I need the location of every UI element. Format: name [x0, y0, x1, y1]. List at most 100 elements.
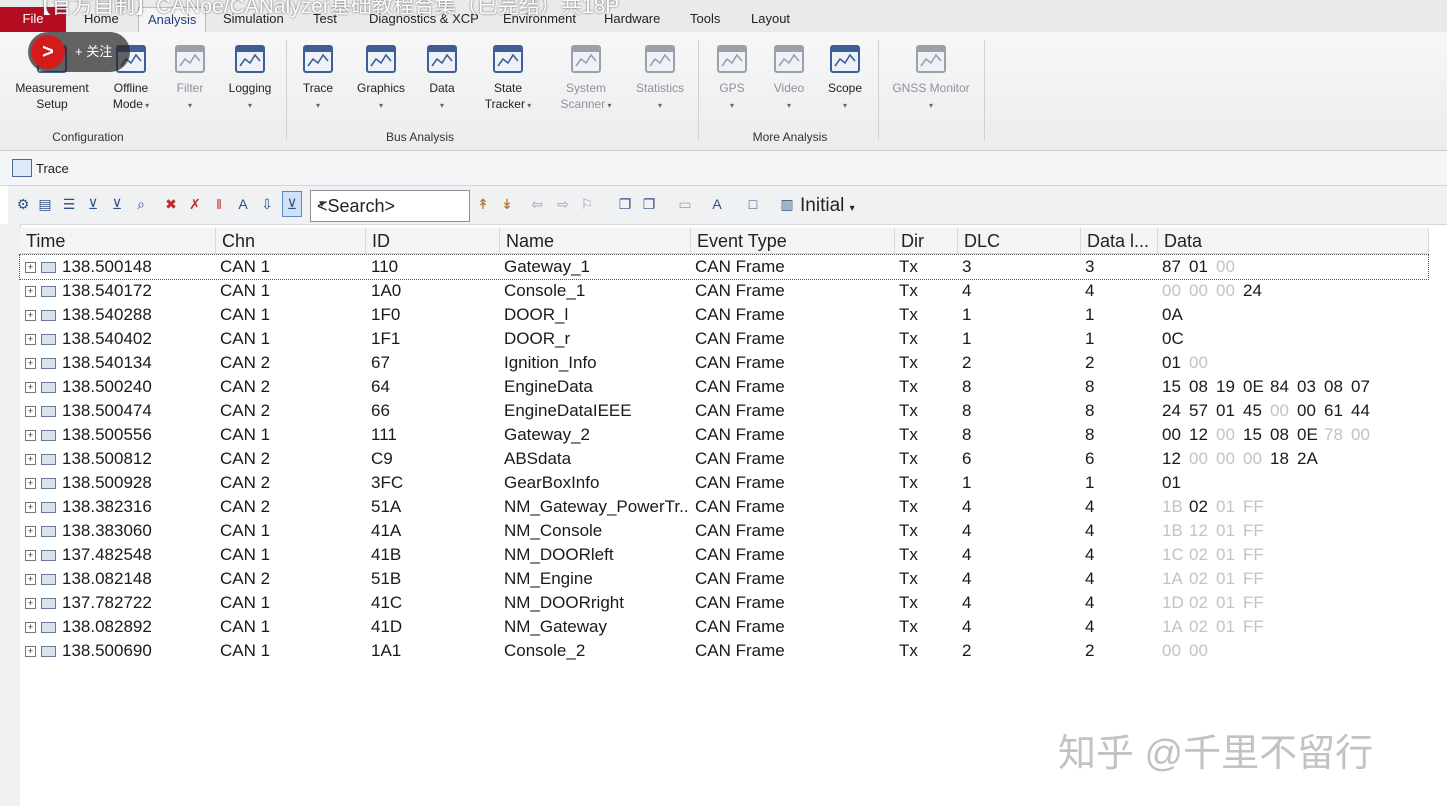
chevron-down-icon[interactable]: ▾	[850, 203, 855, 214]
column-header-name[interactable]: Name	[500, 228, 691, 254]
table-row[interactable]: +138.383060 CAN 1 41A NM_Console CAN Frame Tx…	[20, 519, 1447, 543]
column-header-dlc[interactable]: DLC	[958, 228, 1081, 254]
left-splitter[interactable]	[0, 224, 21, 806]
column-header-id[interactable]: ID	[366, 228, 500, 254]
toolbar-columns-icon[interactable]: ▤	[36, 195, 54, 213]
table-row[interactable]: +138.500240 CAN 2 64 EngineData CAN Frame Tx 8…	[20, 375, 1447, 399]
markers-icon[interactable]: ⚐	[578, 195, 596, 213]
expand-icon[interactable]: +	[25, 550, 36, 561]
graphics-button[interactable]: Graphics ▾	[350, 42, 412, 112]
column-header-event-type[interactable]: Event Type	[691, 228, 895, 254]
pause-icon[interactable]: ‖	[210, 195, 228, 213]
follow-button[interactable]: + 关注	[75, 44, 112, 60]
toolbar-settings-icon[interactable]: ⚙	[14, 195, 32, 213]
column-header-data[interactable]: Data	[1158, 228, 1429, 254]
logging-button[interactable]: Logging ▾	[222, 42, 278, 112]
expand-icon[interactable]: +	[25, 622, 36, 633]
chevron-down-icon[interactable]: ▾	[143, 101, 149, 110]
table-row[interactable]: +138.540134 CAN 2 67 Ignition_Info CAN Frame…	[20, 351, 1447, 375]
table-row[interactable]: +138.382316 CAN 2 51A NM_Gateway_PowerTr...…	[20, 495, 1447, 519]
table-row[interactable]: +138.500474 CAN 2 66 EngineDataIEEE CAN Fram…	[20, 399, 1447, 423]
toolbar-tree-icon[interactable]: ☰	[60, 195, 78, 213]
export-icon[interactable]: ⇩	[258, 195, 276, 213]
filter-button[interactable]: Filter ▾	[168, 42, 212, 112]
system-scanner-button[interactable]: System Scanner ▾	[554, 42, 618, 112]
state-tracker-button[interactable]: State Tracker ▾	[478, 42, 538, 112]
view-options-icon[interactable]: ▭	[676, 195, 694, 213]
table-row[interactable]: +138.500690 CAN 1 1A1 Console_2 CAN Frame Tx 2…	[20, 639, 1447, 663]
table-row[interactable]: +138.540402 CAN 1 1F1 DOOR_r CAN Frame Tx 1 1 0C	[20, 327, 1447, 351]
chevron-down-icon[interactable]: ▾	[843, 101, 847, 110]
chevron-down-icon[interactable]: ▾	[787, 101, 791, 110]
forward-icon[interactable]: ⇨	[554, 195, 572, 213]
toolbar-filter-clear-icon[interactable]: ⊻	[108, 195, 126, 213]
gnss-monitor-button[interactable]: GNSS Monitor ▾	[886, 42, 976, 112]
column-header-data-l[interactable]: Data l...	[1081, 228, 1158, 254]
table-row[interactable]: +138.500148 CAN 1 110 Gateway_1 CAN Frame Tx 3…	[19, 254, 1429, 280]
play-icon[interactable]: >	[31, 35, 65, 69]
chevron-down-icon[interactable]: ▾	[188, 101, 192, 110]
window-layout-icon[interactable]: ❐	[640, 195, 658, 213]
data-button[interactable]: Data ▾	[418, 42, 466, 112]
expand-icon[interactable]: +	[25, 478, 36, 489]
expand-icon[interactable]: +	[25, 502, 36, 513]
menu-item-layout[interactable]: Layout	[751, 11, 790, 27]
table-row[interactable]: +138.540172 CAN 1 1A0 Console_1 CAN Frame Tx 4…	[20, 279, 1447, 303]
chevron-down-icon[interactable]: ▾	[440, 101, 444, 110]
expand-icon[interactable]: +	[25, 574, 36, 585]
clear-filter-icon[interactable]: ✗	[186, 195, 204, 213]
gps-button[interactable]: GPS ▾	[708, 42, 756, 112]
chevron-down-icon[interactable]: ▾	[730, 101, 734, 110]
toolbar-filter-icon[interactable]: ⊻	[84, 195, 102, 213]
chevron-down-icon[interactable]: ▾	[379, 101, 383, 110]
delete-icon[interactable]: ✖	[162, 195, 180, 213]
expand-icon[interactable]: +	[25, 262, 36, 273]
initial-layout-button[interactable]: Initial ▾	[800, 195, 855, 217]
chevron-down-icon[interactable]: ▾	[929, 101, 933, 110]
column-header-chn[interactable]: Chn	[216, 228, 366, 254]
table-row[interactable]: +138.082892 CAN 1 41D NM_Gateway CAN Frame Tx…	[20, 615, 1447, 639]
expand-icon[interactable]: +	[25, 382, 36, 393]
expand-icon[interactable]: +	[25, 406, 36, 417]
statistics-button[interactable]: Statistics ▾	[628, 42, 692, 112]
expand-icon[interactable]: +	[25, 358, 36, 369]
table-row[interactable]: +138.500556 CAN 1 111 Gateway_2 CAN Frame Tx 8…	[20, 423, 1447, 447]
chevron-down-icon[interactable]: ▾	[316, 101, 320, 110]
table-row[interactable]: +137.482548 CAN 1 41B NM_DOORleft CAN Frame T…	[20, 543, 1447, 567]
column-layout-icon[interactable]: ▥	[778, 195, 796, 213]
table-row[interactable]: +138.082148 CAN 2 51B NM_Engine CAN Frame Tx 4…	[20, 567, 1447, 591]
expand-icon[interactable]: +	[25, 646, 36, 657]
expand-icon[interactable]: +	[25, 526, 36, 537]
video-button[interactable]: Video ▾	[764, 42, 814, 112]
expand-icon[interactable]: +	[25, 430, 36, 441]
chevron-down-icon[interactable]: ▾	[658, 101, 662, 110]
search-up-icon[interactable]: ↟	[474, 195, 492, 213]
expand-icon[interactable]: +	[25, 334, 36, 345]
menu-item-tools[interactable]: Tools	[690, 11, 720, 27]
layout-icon[interactable]: □	[744, 195, 762, 213]
expand-icon[interactable]: +	[25, 454, 36, 465]
copy-window-icon[interactable]: ❐	[616, 195, 634, 213]
table-row[interactable]: +138.500928 CAN 2 3FC GearBoxInfo CAN Frame T…	[20, 471, 1447, 495]
expand-icon[interactable]: +	[25, 598, 36, 609]
table-row[interactable]: +138.540288 CAN 1 1F0 DOOR_l CAN Frame Tx 1 1 0A	[20, 303, 1447, 327]
filter-active-icon[interactable]: ⊻	[282, 191, 302, 217]
table-row[interactable]: +138.500812 CAN 2 C9 ABSdata CAN Frame Tx 6 6 12…	[20, 447, 1447, 471]
chevron-down-icon[interactable]: ▾	[525, 101, 531, 110]
column-header-dir[interactable]: Dir	[895, 228, 958, 254]
expand-icon[interactable]: +	[25, 310, 36, 321]
search-down-icon[interactable]: ↡	[498, 195, 516, 213]
scope-button[interactable]: Scope ▾	[820, 42, 870, 112]
search-combobox[interactable]: <Search> ▼	[310, 190, 470, 222]
chevron-down-icon[interactable]: ▼	[317, 199, 466, 210]
trace-button[interactable]: Trace ▾	[292, 42, 344, 112]
back-icon[interactable]: ⇦	[528, 195, 546, 213]
expand-icon[interactable]: +	[25, 286, 36, 297]
chevron-down-icon[interactable]: ▾	[248, 101, 252, 110]
table-row[interactable]: +137.782722 CAN 1 41C NM_DOORright CAN Frame…	[20, 591, 1447, 615]
font-size-icon[interactable]: A	[708, 195, 726, 213]
column-header-time[interactable]: Time	[20, 228, 216, 254]
time-format-icon[interactable]: A	[234, 195, 252, 213]
binoculars-icon[interactable]: ⌕	[132, 195, 150, 213]
chevron-down-icon[interactable]: ▾	[605, 101, 611, 110]
